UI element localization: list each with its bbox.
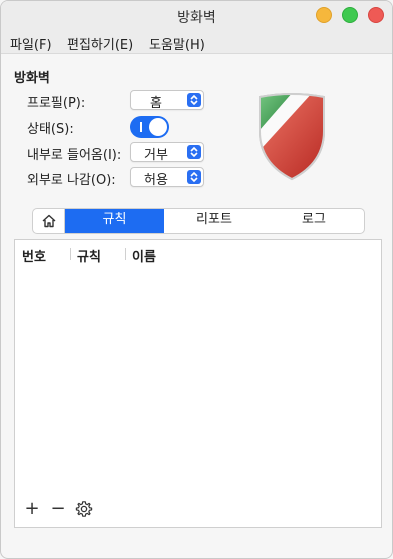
column-divider [125,248,126,260]
menu-bar: 파일(F) 편집하기(E) 도움말(H) [1,31,392,54]
rule-settings-button[interactable] [74,500,94,520]
status-label: 상태(S): [27,122,74,137]
firewall-window: 방화벽 파일(F) 편집하기(E) 도움말(H) 방화벽 프로필(P): 홈 상… [0,0,393,559]
outgoing-label: 외부로 나감(O): [27,173,116,188]
column-header-rule[interactable]: 규칙 [77,246,101,265]
tab-report[interactable]: 리포트 [164,209,264,233]
menu-help[interactable]: 도움말(H) [149,34,205,53]
incoming-label: 내부로 들어옴(I): [27,148,122,163]
profile-label: 프로필(P): [27,96,86,111]
remove-rule-button[interactable]: − [48,500,68,520]
tab-log[interactable]: 로그 [264,209,364,233]
column-header-name[interactable]: 이름 [132,246,156,265]
menu-edit[interactable]: 편집하기(E) [67,34,133,53]
outgoing-select[interactable]: 허용 [130,167,204,188]
tab-home[interactable] [33,209,65,233]
column-divider [70,248,71,260]
close-button[interactable] [368,7,384,23]
incoming-value: 거부 [144,148,168,163]
profile-value: 홈 [150,96,162,111]
rules-table[interactable]: 번호 규칙 이름 [14,239,382,495]
title-bar: 방화벽 [1,1,392,31]
profile-select[interactable]: 홈 [130,90,204,111]
status-toggle[interactable] [130,116,169,138]
menu-file[interactable]: 파일(F) [10,34,52,53]
window-title: 방화벽 [177,10,216,26]
toggle-knob [149,118,167,136]
firewall-shield-icon [259,93,325,181]
home-icon [42,214,55,228]
outgoing-value: 허용 [144,173,168,188]
toggle-on-mark [140,122,142,132]
section-title: 방화벽 [14,71,50,86]
tab-bar: 규칙 리포트 로그 [32,208,365,234]
chevron-updown-icon [187,145,201,159]
rules-toolbar: + − [14,493,382,528]
incoming-select[interactable]: 거부 [130,142,204,163]
add-rule-button[interactable]: + [22,500,42,520]
tab-rules[interactable]: 규칙 [65,209,164,233]
minimize-button[interactable] [316,7,332,23]
chevron-updown-icon [187,170,201,184]
maximize-button[interactable] [342,7,358,23]
column-header-number[interactable]: 번호 [22,246,46,265]
chevron-updown-icon [187,93,201,107]
gear-icon [75,501,93,517]
